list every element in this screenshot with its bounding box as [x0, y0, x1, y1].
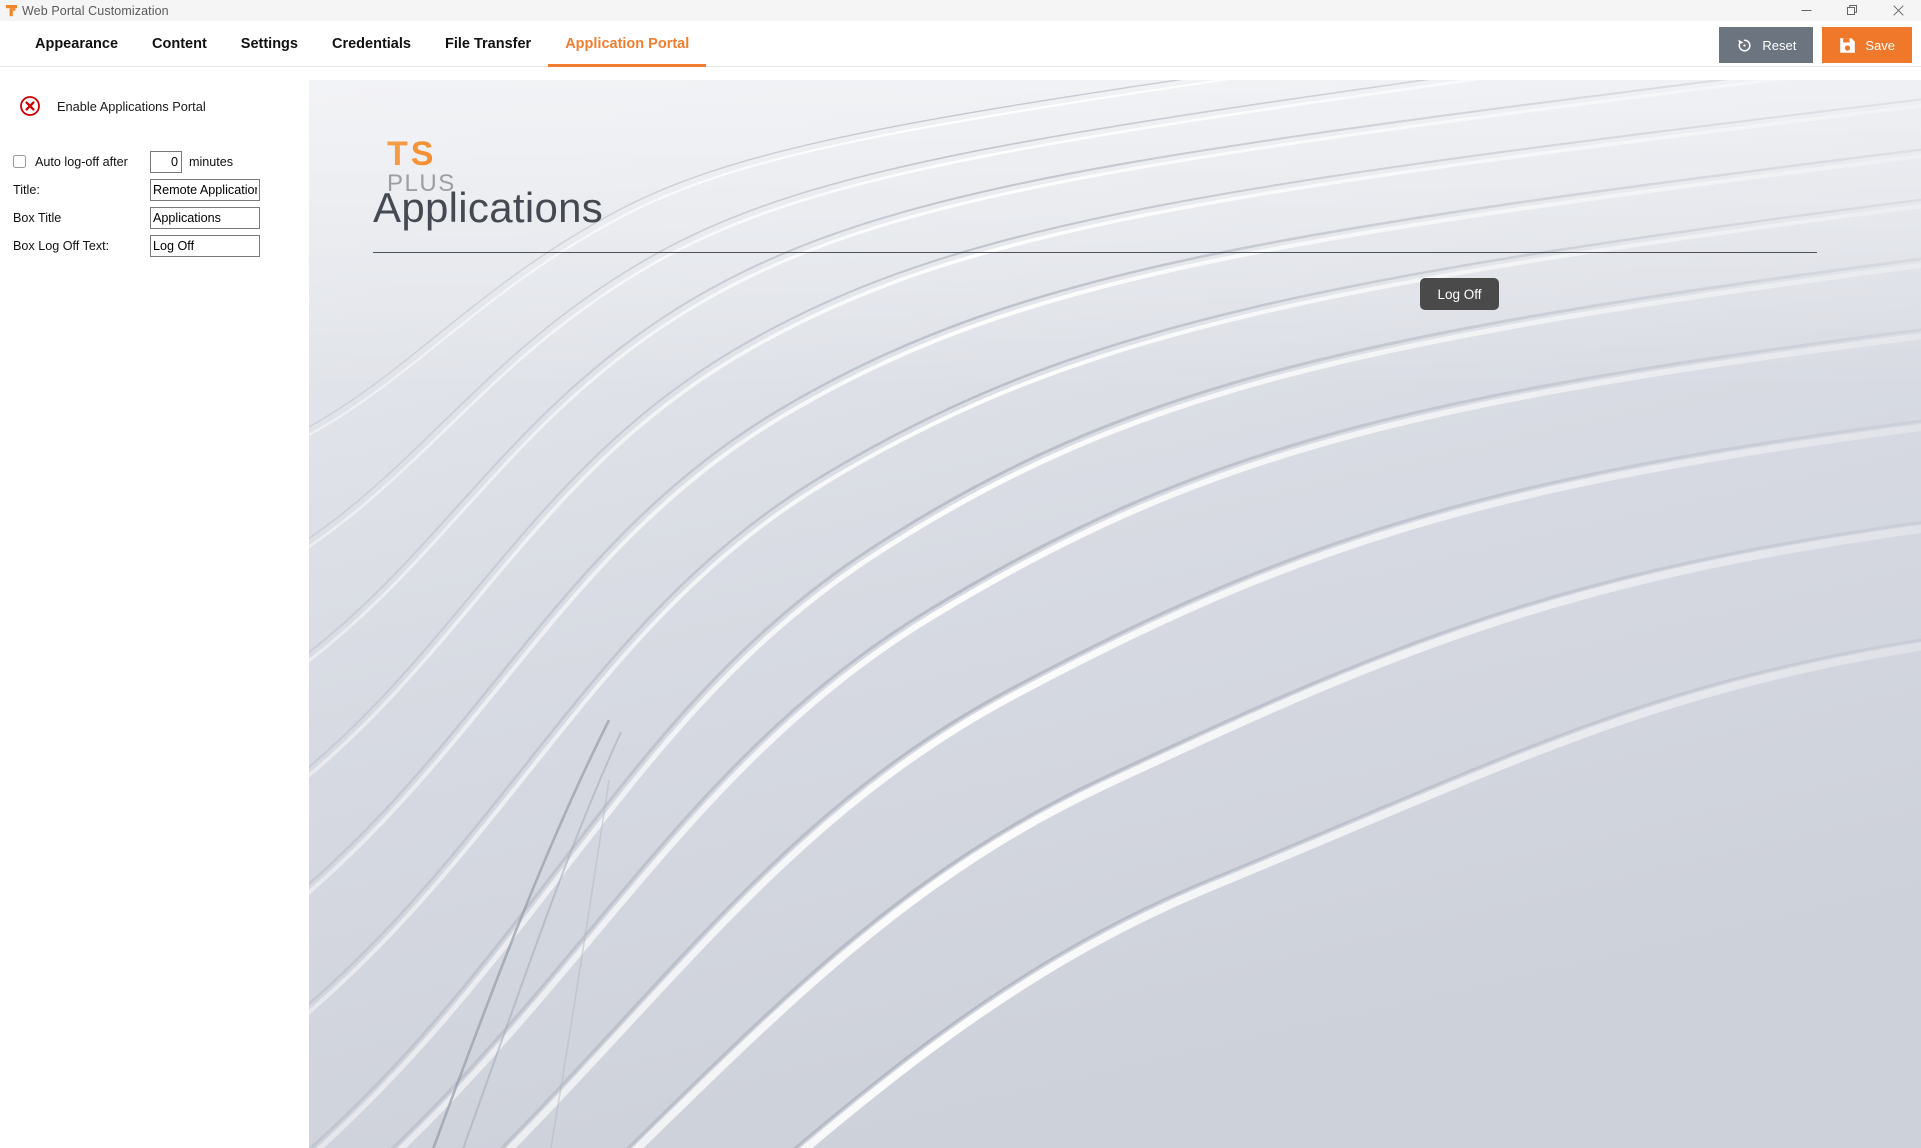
- toolbar-actions: Reset Save: [1719, 27, 1912, 63]
- window-titlebar: Web Portal Customization: [0, 0, 1921, 21]
- portal-box-title: Applications: [373, 184, 604, 231]
- tab-list: Appearance Content Settings Credentials …: [18, 21, 707, 67]
- portal-logo-ts: TS: [387, 137, 459, 171]
- portal-title-divider: [373, 252, 1817, 253]
- tab-label: File Transfer: [444, 36, 532, 52]
- tab-bar: Appearance Content Settings Credentials …: [0, 21, 1921, 67]
- auto-logoff-row: Auto log-off after minutes: [13, 150, 303, 173]
- close-icon[interactable]: [1875, 0, 1921, 21]
- window-title: Web Portal Customization: [22, 3, 169, 18]
- box-logoff-text-row: Box Log Off Text:: [13, 234, 303, 257]
- tab-credentials[interactable]: Credentials: [315, 21, 428, 67]
- save-button[interactable]: Save: [1822, 27, 1912, 63]
- tab-application-portal[interactable]: Application Portal: [548, 21, 707, 67]
- tab-file-transfer[interactable]: File Transfer: [428, 21, 548, 67]
- tab-content[interactable]: Content: [135, 21, 224, 67]
- auto-logoff-checkbox[interactable]: [13, 155, 26, 168]
- enable-applications-portal-label: Enable Applications Portal: [57, 98, 206, 114]
- restore-icon[interactable]: [1829, 0, 1875, 21]
- reset-button[interactable]: Reset: [1719, 27, 1814, 63]
- abstract-wave-background: [309, 80, 1921, 1148]
- box-title-label: Box Title: [13, 210, 62, 225]
- minimize-icon[interactable]: [1783, 0, 1829, 21]
- save-button-label: Save: [1865, 37, 1895, 53]
- enable-applications-portal-row[interactable]: Enable Applications Portal: [19, 95, 206, 117]
- title-label: Title:: [13, 182, 40, 197]
- auto-logoff-label: Auto log-off after: [35, 154, 128, 169]
- tab-label: Appearance: [35, 36, 119, 52]
- auto-logoff-unit-label: minutes: [189, 154, 234, 169]
- auto-logoff-minutes-input[interactable]: [150, 150, 182, 173]
- reset-button-label: Reset: [1762, 37, 1797, 53]
- tab-label: Credentials: [331, 36, 411, 52]
- tab-settings[interactable]: Settings: [224, 21, 315, 67]
- floppy-disk-icon: [1839, 37, 1856, 54]
- tab-appearance[interactable]: Appearance: [18, 21, 135, 67]
- red-x-circle-icon[interactable]: [19, 95, 41, 117]
- box-logoff-text-label: Box Log Off Text:: [13, 238, 110, 253]
- tsplus-logo-icon: [0, 0, 22, 21]
- tab-label: Settings: [240, 36, 298, 52]
- settings-panel: Enable Applications Portal Auto log-off …: [0, 68, 309, 1148]
- box-logoff-text-input[interactable]: [150, 234, 260, 257]
- box-title-row: Box Title: [13, 206, 303, 229]
- settings-form: Auto log-off after minutes Title: Box Ti…: [13, 150, 303, 262]
- tab-label: Content: [152, 36, 207, 52]
- tab-label: Application Portal: [565, 36, 690, 52]
- title-input[interactable]: [150, 178, 260, 201]
- undo-icon: [1736, 37, 1753, 54]
- box-title-input[interactable]: [150, 206, 260, 229]
- window-controls: [1783, 0, 1921, 21]
- portal-logoff-button[interactable]: Log Off: [1420, 278, 1499, 310]
- auto-logoff-label-group: Auto log-off after: [13, 155, 150, 169]
- portal-preview: TS PLUS Applications Log Off: [309, 80, 1921, 1148]
- title-row: Title:: [13, 178, 303, 201]
